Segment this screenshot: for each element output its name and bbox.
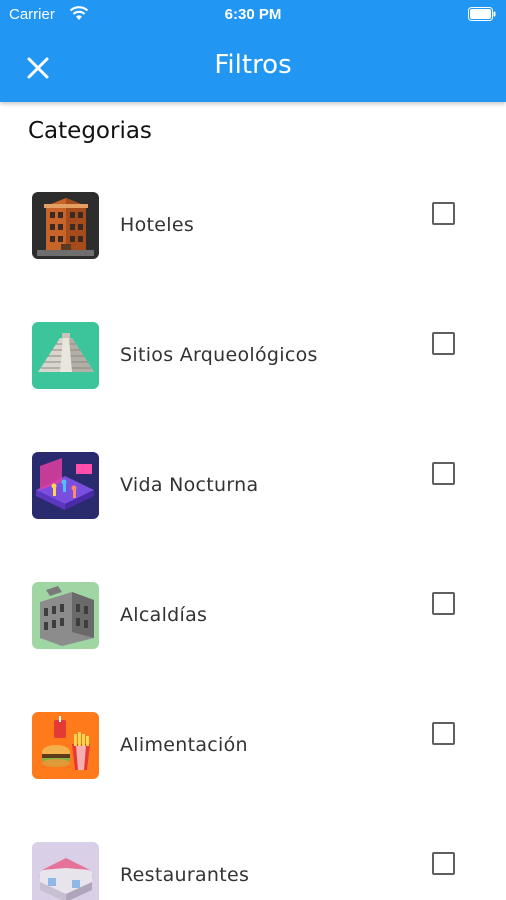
category-label: Vida Nocturna (120, 474, 259, 496)
category-checkbox-vida-nocturna[interactable] (432, 462, 455, 485)
category-label: Restaurantes (120, 864, 250, 886)
category-checkbox-hoteles[interactable] (432, 202, 455, 225)
category-checkbox-alcaldias[interactable] (432, 592, 455, 615)
fast-food-icon (32, 712, 99, 779)
category-item-restaurantes[interactable]: Restaurantes (0, 810, 506, 900)
section-title: Categorias (28, 118, 152, 144)
category-checkbox-sitios-arqueologicos[interactable] (432, 332, 455, 355)
restaurant-icon (32, 842, 99, 900)
category-item-sitios-arqueologicos[interactable]: Sitios Arqueológicos (0, 290, 506, 420)
hotel-building-icon (32, 192, 99, 259)
category-label: Hoteles (120, 214, 195, 236)
category-label: Alcaldías (120, 604, 208, 626)
category-item-alimentacion[interactable]: Alimentación (0, 680, 506, 810)
pyramid-icon (32, 322, 99, 389)
status-bar: Carrier 6:30 PM (0, 0, 506, 30)
app-bar: Carrier 6:30 PM Filtros (0, 0, 506, 102)
category-label: Alimentación (120, 734, 248, 756)
category-checkbox-alimentacion[interactable] (432, 722, 455, 745)
category-item-alcaldias[interactable]: Alcaldías (0, 550, 506, 680)
status-time: 6:30 PM (224, 6, 282, 23)
category-item-vida-nocturna[interactable]: Vida Nocturna (0, 420, 506, 550)
category-item-hoteles[interactable]: Hoteles (0, 160, 506, 290)
category-checkbox-restaurantes[interactable] (432, 852, 455, 875)
battery-icon (468, 7, 496, 21)
nightclub-icon (32, 452, 99, 519)
category-label: Sitios Arqueológicos (120, 344, 318, 366)
page-title: Filtros (214, 50, 292, 80)
city-hall-icon (32, 582, 99, 649)
